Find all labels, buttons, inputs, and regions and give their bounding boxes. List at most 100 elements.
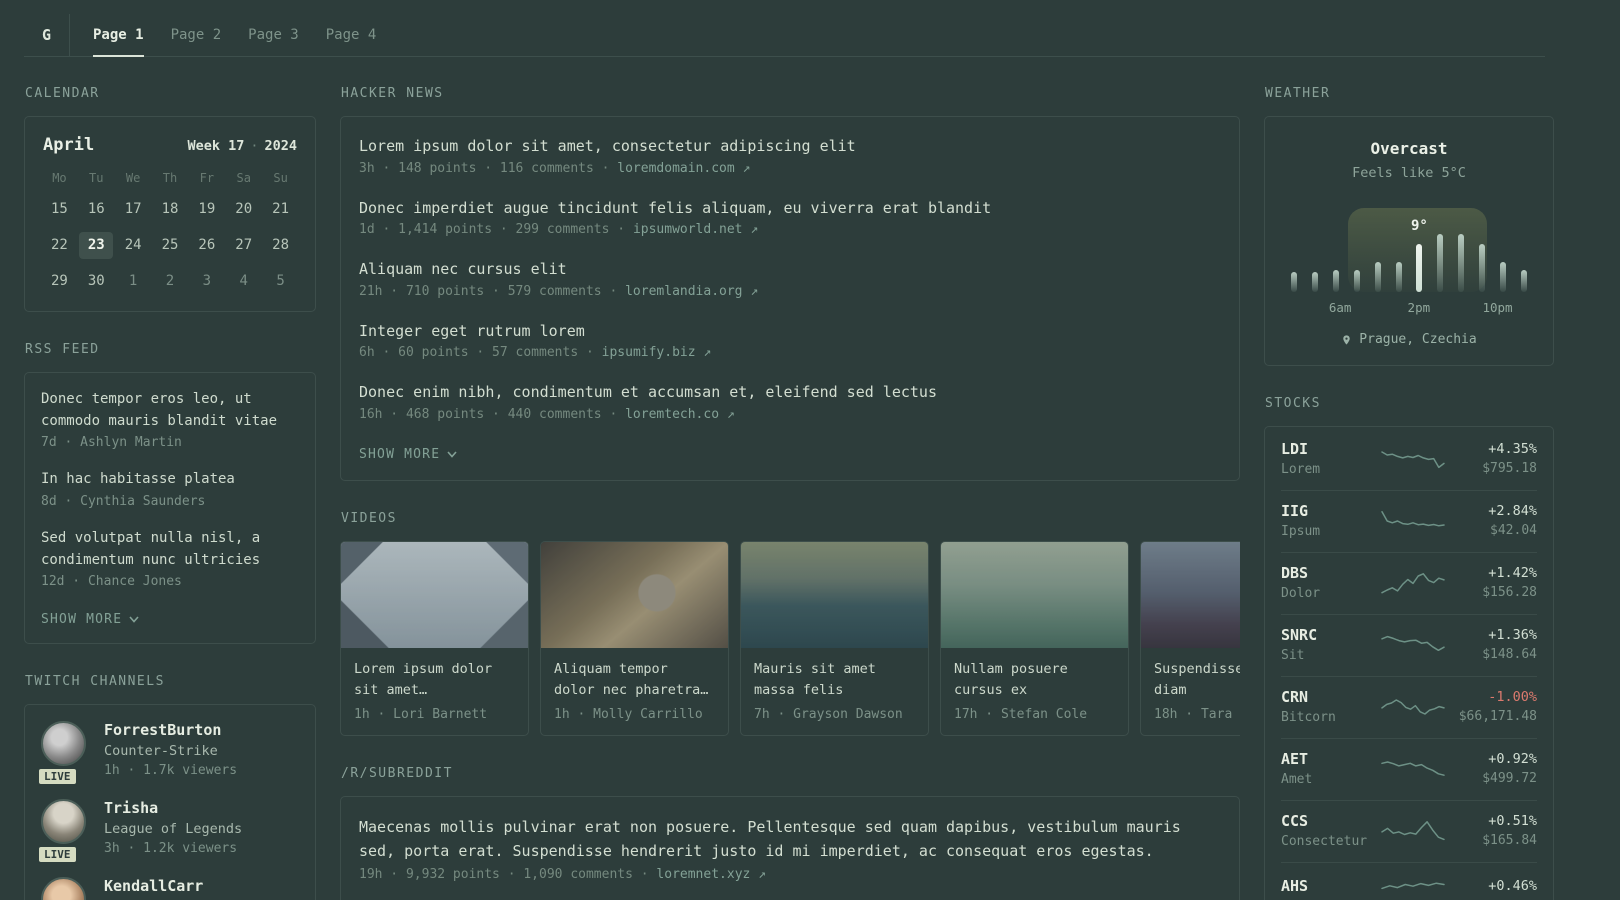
- weather-condition: Overcast: [1370, 139, 1448, 158]
- rss-item-title[interactable]: Donec tempor eros leo, ut commodo mauris…: [41, 389, 299, 432]
- story-meta-text: 16h · 468 points · 440 comments ·: [359, 406, 626, 422]
- nav-tab[interactable]: Page 1: [93, 14, 144, 57]
- list-item: Sed volutpat nulla nisl, a condimentum n…: [41, 528, 299, 589]
- calendar-section-title: CALENDAR: [25, 86, 100, 101]
- nav-tab[interactable]: Page 2: [171, 14, 222, 56]
- video-card[interactable]: Mauris sit amet massa felis 7h · Grayson …: [740, 540, 929, 736]
- stock-change: +0.92%: [1488, 751, 1537, 767]
- avatar: [41, 721, 86, 767]
- story-domain-link[interactable]: loremdomain.com ↗: [617, 161, 750, 176]
- stock-name: Consectetur: [1281, 834, 1368, 849]
- video-card-body: Aliquam tempor dolor nec pharetra… 1h · M…: [541, 648, 728, 735]
- subreddit-section-title: /R/SUBREDDIT: [341, 765, 453, 781]
- twitch-channel-meta: 3h · 1.2k viewers: [104, 841, 238, 857]
- video-title[interactable]: Mauris sit amet massa felis: [754, 659, 915, 701]
- calendar-year: 2024: [264, 138, 297, 154]
- stock-row[interactable]: DBS Dolor +1.42% $156.28: [1281, 552, 1537, 614]
- weather-card: Overcast Feels like 5°C 9° 6am 2pm 10pm Pr…: [1264, 116, 1554, 366]
- story-meta: 19h · 9,932 points · 1,090 comments · lo…: [359, 867, 1221, 882]
- hn-show-more-button[interactable]: SHOW MORE: [359, 447, 457, 462]
- stock-row[interactable]: LDI Lorem +4.35% $795.18: [1281, 429, 1537, 490]
- stock-symbol: CCS: [1281, 812, 1309, 830]
- story-domain-link[interactable]: ipsumify.biz ↗: [602, 345, 712, 360]
- stock-values: +1.36% $148.64: [1445, 627, 1537, 662]
- story-domain: ipsumify.biz: [601, 345, 704, 360]
- video-title[interactable]: Lorem ipsum dolor sit amet consectetu…: [354, 659, 515, 701]
- weather-bar-slot: [1311, 208, 1318, 292]
- video-card[interactable]: Nullam posuere cursus ex 17h · Stefan Col…: [940, 540, 1129, 736]
- rss-section-title: RSS FEED: [25, 342, 100, 357]
- story-title[interactable]: Integer eget rutrum lorem: [359, 320, 1221, 343]
- twitch-channel-row[interactable]: LIVE Trisha League of Legends 3h · 1.2k vie…: [37, 799, 299, 865]
- stocks-card: LDI Lorem +4.35% $795.18 IIG Ipsum +2.84% $42.0…: [1264, 426, 1554, 900]
- avatar-wrap: LIVE: [37, 721, 87, 787]
- stock-info: CCS Consectetur: [1281, 812, 1381, 849]
- twitch-channel-info: ForrestBurton Counter-Strike 1h · 1.7k vie…: [104, 721, 237, 778]
- nav-tab[interactable]: Page 4: [326, 14, 377, 56]
- story-title[interactable]: Aliquam nec cursus elit: [359, 258, 1221, 281]
- stock-row[interactable]: CCS Consectetur +0.51% $165.84: [1281, 800, 1537, 862]
- story-title[interactable]: Donec enim nibh, condimentum et accumsan…: [359, 381, 1221, 404]
- twitch-section-title: TWITCH CHANNELS: [25, 674, 165, 690]
- story-domain-link[interactable]: loremlandia.org ↗: [625, 284, 758, 299]
- video-card[interactable]: Aliquam tempor dolor nec pharetra… 1h · M…: [540, 540, 729, 736]
- weather-bar-slot: [1458, 208, 1465, 292]
- story-meta-text: 1d · 1,414 points · 299 comments ·: [359, 222, 633, 237]
- stock-symbol: IIG: [1281, 502, 1309, 520]
- rss-show-more-button[interactable]: SHOW MORE: [41, 612, 139, 627]
- video-card[interactable]: Lorem ipsum dolor sit amet consectetu… 1h…: [340, 540, 529, 736]
- twitch-channel-row[interactable]: LIVE ForrestBurton Counter-Strike 1h · 1.7k…: [37, 721, 299, 787]
- stock-values: +0.51% $165.84: [1445, 813, 1537, 848]
- middle-column: HACKER NEWS Lorem ipsum dolor sit amet, …: [340, 86, 1240, 900]
- show-more-label: SHOW MORE: [41, 612, 123, 628]
- video-card-body: Mauris sit amet massa felis 7h · Grayson …: [741, 648, 928, 735]
- rss-item-title[interactable]: In hac habitasse platea: [41, 469, 299, 491]
- calendar-day: 21: [272, 201, 289, 217]
- stock-values: +2.84% $42.04: [1445, 503, 1537, 538]
- video-title[interactable]: Nullam posuere cursus ex: [954, 659, 1115, 701]
- story-domain: loremtech.co: [625, 406, 727, 422]
- stock-row[interactable]: IIG Ipsum +2.84% $42.04: [1281, 490, 1537, 552]
- twitch-channel-row[interactable]: LIVE KendallCarr: [41, 877, 299, 900]
- rss-widget: RSS FEED Donec tempor eros leo, ut commo…: [24, 342, 316, 645]
- stock-symbol: AHS: [1281, 877, 1309, 895]
- calendar-day: 28: [272, 237, 289, 253]
- story-title[interactable]: Lorem ipsum dolor sit amet, consectetur …: [359, 135, 1221, 158]
- calendar-day: 3: [202, 273, 212, 289]
- weather-bar: [1395, 262, 1402, 292]
- calendar-day: 24: [124, 237, 142, 253]
- stock-symbol: AET: [1281, 750, 1309, 768]
- calendar-day: 18: [161, 201, 179, 217]
- stock-row[interactable]: AHS +0.46%: [1281, 862, 1537, 900]
- video-thumbnail: [341, 541, 528, 648]
- location-pin-icon: [1343, 334, 1351, 345]
- stock-row[interactable]: CRN Bitcorn -1.00% $66,171.48: [1281, 676, 1537, 738]
- stock-info: LDI Lorem: [1281, 440, 1381, 477]
- rss-item-title[interactable]: Sed volutpat nulla nisl, a condimentum n…: [41, 528, 299, 571]
- nav-tab[interactable]: Page 3: [248, 14, 299, 56]
- video-card[interactable]: Suspendisse eget diam 18h · Tara Mills: [1140, 540, 1240, 736]
- weather-bar-slot: [1479, 208, 1486, 292]
- video-title[interactable]: Aliquam tempor dolor nec pharetra…: [554, 659, 715, 701]
- stock-row[interactable]: AET Amet +0.92% $499.72: [1281, 738, 1537, 800]
- stock-row[interactable]: SNRC Sit +1.36% $148.64: [1281, 614, 1537, 676]
- videos-widget: VIDEOS Lorem ipsum dolor sit amet consec…: [340, 511, 1240, 736]
- app-logo[interactable]: G: [24, 14, 70, 56]
- weather-bar: [1437, 234, 1444, 292]
- external-link-icon: ↗: [703, 345, 712, 360]
- story-domain-link[interactable]: loremtech.co ↗: [625, 407, 735, 422]
- current-temp-label: 9°: [1411, 218, 1428, 234]
- twitch-widget: TWITCH CHANNELS LIVE ForrestBurton Counter…: [24, 674, 316, 900]
- calendar-card: April Week 17 · 2024 Mo Tu We Th Fr Sa Su 15 16 17…: [24, 116, 316, 312]
- video-title[interactable]: Suspendisse eget diam: [1154, 659, 1240, 701]
- twitch-channel-list: LIVE ForrestBurton Counter-Strike 1h · 1.7k…: [37, 721, 299, 900]
- story-domain-link[interactable]: loremnet.xyz ↗: [656, 867, 766, 882]
- story-title[interactable]: Donec imperdiet augue tincidunt felis al…: [359, 197, 1221, 220]
- list-item: Maecenas mollis pulvinar erat non posuer…: [359, 815, 1221, 883]
- stock-price: $165.84: [1482, 833, 1537, 848]
- stock-values: +4.35% $795.18: [1445, 441, 1537, 476]
- right-column: WEATHER Overcast Feels like 5°C 9° 6am 2p…: [1264, 86, 1554, 900]
- story-title[interactable]: Maecenas mollis pulvinar erat non posuer…: [359, 815, 1221, 865]
- top-nav: G Page 1 Page 2 Page 3 Page 4: [24, 14, 1545, 57]
- story-domain-link[interactable]: ipsumworld.net ↗: [633, 222, 758, 237]
